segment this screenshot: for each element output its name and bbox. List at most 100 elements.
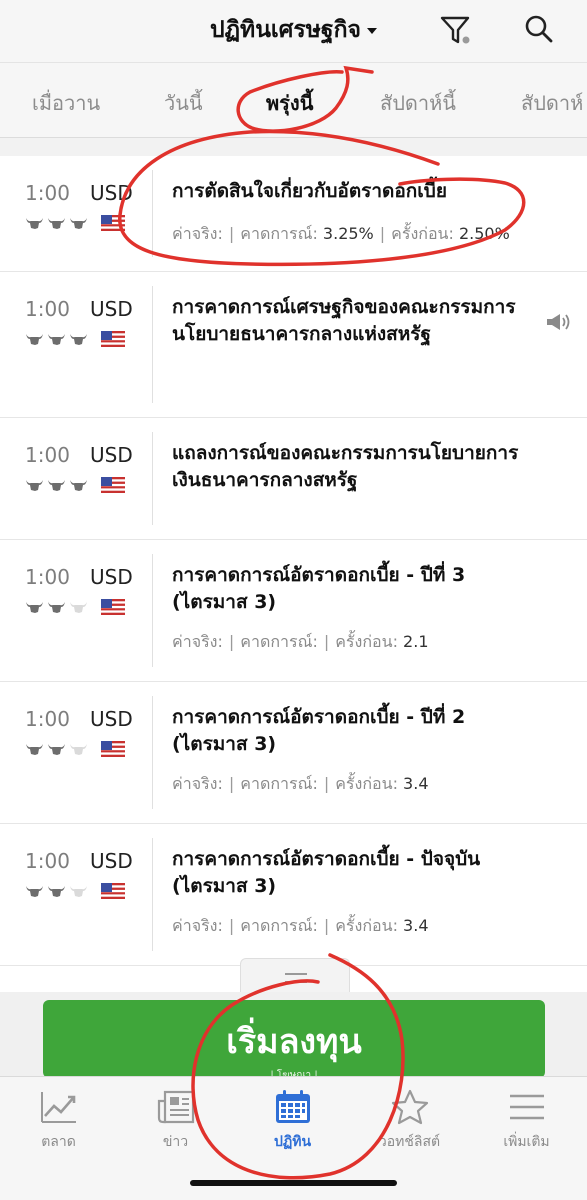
date-tabs: เมื่อวาน วันนี้ พรุ่งนี้ สัปดาห์นี้ สัปด… <box>0 62 587 138</box>
event-row[interactable]: 1:00 USD การตัดสินใจเกี่ยวกับอัตราดอกเบี… <box>0 156 587 272</box>
event-currency: USD <box>90 707 133 731</box>
divider <box>152 286 153 403</box>
previous-label: ครั้งก่อน: <box>335 632 398 651</box>
event-title: แถลงการณ์ของคณะกรรมการนโยบายการเงินธนาคา… <box>172 442 519 491</box>
nav-calendar[interactable]: ปฏิทิน <box>234 1089 351 1153</box>
nav-more[interactable]: เพิ่มเติม <box>468 1089 585 1153</box>
event-row[interactable]: 1:00 USD การคาดการณ์อัตราดอกเบี้ย - ปัจจ… <box>0 824 587 966</box>
event-row[interactable]: 1:00 USD การคาดการณ์อัตราดอกเบี้ย - ปีที… <box>0 540 587 682</box>
bull-icon-inactive <box>70 602 87 613</box>
event-values: ค่าจริง: | คาดการณ์: | ครั้งก่อน: 3.4 <box>172 774 429 793</box>
forecast-label: คาดการณ์: <box>240 916 318 935</box>
importance-rating <box>25 216 88 230</box>
bull-icon <box>26 218 43 229</box>
divider <box>152 838 153 951</box>
handle-lines-icon <box>285 973 307 983</box>
event-time: 1:00 <box>25 181 70 205</box>
event-time: 1:00 <box>25 297 70 321</box>
bull-icon <box>70 480 87 491</box>
calendar-icon <box>275 1090 310 1123</box>
calendar-title-dropdown[interactable]: ปฏิทินเศรษฐกิจ <box>0 12 587 48</box>
bull-icon <box>48 218 65 229</box>
star-icon <box>391 1089 428 1125</box>
bull-icon <box>26 744 43 755</box>
importance-rating <box>25 478 88 492</box>
event-currency: USD <box>90 565 133 589</box>
bull-icon <box>70 218 87 229</box>
us-flag-icon <box>101 883 125 899</box>
tab-yesterday[interactable]: เมื่อวาน <box>32 87 100 119</box>
search-button[interactable] <box>520 10 560 50</box>
bull-icon <box>48 480 65 491</box>
nav-markets[interactable]: ตลาด <box>0 1089 117 1153</box>
actual-label: ค่าจริง: <box>172 632 223 651</box>
event-title: การตัดสินใจเกี่ยวกับอัตราดอกเบี้ย <box>172 180 447 202</box>
newspaper-icon <box>157 1090 194 1124</box>
ad-collapse-handle[interactable] <box>240 958 350 992</box>
event-row[interactable]: 1:00 USD การคาดการณ์เศรษฐกิจของคณะกรรมกา… <box>0 272 587 418</box>
bull-icon <box>48 744 65 755</box>
event-currency: USD <box>90 849 133 873</box>
bull-icon <box>48 334 65 345</box>
previous-label: ครั้งก่อน: <box>335 774 398 793</box>
caret-down-icon <box>367 27 377 34</box>
forecast-label: คาดการณ์: <box>240 774 318 793</box>
event-values: ค่าจริง: | คาดการณ์: 3.25% | ครั้งก่อน: 2.50… <box>172 224 510 243</box>
page-title: ปฏิทินเศรษฐกิจ <box>210 17 361 43</box>
tab-next-week[interactable]: สัปดาห์ <box>521 87 583 119</box>
nav-label: วอทช์ลิสต์ <box>378 1134 441 1150</box>
event-currency: USD <box>90 443 133 467</box>
nav-label: ปฏิทิน <box>273 1134 312 1150</box>
previous-label: ครั้งก่อน: <box>391 224 454 243</box>
importance-rating <box>25 742 88 756</box>
nav-news[interactable]: ข่าว <box>117 1089 234 1153</box>
divider <box>152 696 153 809</box>
actual-label: ค่าจริง: <box>172 224 223 243</box>
divider <box>152 554 153 667</box>
us-flag-icon <box>101 599 125 615</box>
nav-label: เพิ่มเติม <box>503 1134 550 1150</box>
search-icon <box>525 15 553 43</box>
nav-label: ข่าว <box>162 1134 189 1150</box>
nav-label: ตลาด <box>41 1134 76 1150</box>
bull-icon <box>48 602 65 613</box>
event-title: การคาดการณ์อัตราดอกเบี้ย - ปีที่ 3 (ไตรม… <box>172 564 466 613</box>
previous-value: 2.50% <box>458 224 510 243</box>
actual-label: ค่าจริง: <box>172 774 223 793</box>
event-time: 1:00 <box>25 565 70 589</box>
start-investing-button[interactable]: เริ่มลงทุน | โฆษณา | <box>43 1000 545 1081</box>
bull-icon-inactive <box>70 744 87 755</box>
home-indicator <box>190 1180 397 1186</box>
bull-icon <box>26 886 43 897</box>
us-flag-icon <box>101 215 125 231</box>
app-header: ปฏิทินเศรษฐกิจ <box>0 0 587 62</box>
filter-icon <box>440 16 470 44</box>
event-row[interactable]: 1:00 USD การคาดการณ์อัตราดอกเบี้ย - ปีที… <box>0 682 587 824</box>
event-time: 1:00 <box>25 849 70 873</box>
previous-value: 2.1 <box>403 632 429 651</box>
event-title: การคาดการณ์อัตราดอกเบี้ย - ปีที่ 2 (ไตรม… <box>172 706 466 755</box>
event-currency: USD <box>90 297 133 321</box>
forecast-value: 3.25% <box>322 224 374 243</box>
bull-icon <box>26 602 43 613</box>
previous-value: 3.4 <box>403 774 429 793</box>
nav-watchlist[interactable]: วอทช์ลิสต์ <box>351 1089 468 1153</box>
bull-icon <box>48 886 65 897</box>
bull-icon <box>26 334 43 345</box>
event-time: 1:00 <box>25 707 70 731</box>
cta-label: เริ่มลงทุน <box>226 1022 362 1062</box>
filter-button[interactable] <box>436 10 476 50</box>
bull-icon <box>70 334 87 345</box>
tab-tomorrow[interactable]: พรุ่งนี้ <box>266 87 313 119</box>
tab-this-week[interactable]: สัปดาห์นี้ <box>380 87 456 119</box>
previous-value: 3.4 <box>403 916 429 935</box>
tab-today[interactable]: วันนี้ <box>164 87 203 119</box>
divider <box>152 432 153 525</box>
importance-rating <box>25 332 88 346</box>
us-flag-icon <box>101 477 125 493</box>
importance-rating <box>25 884 88 898</box>
event-row[interactable]: 1:00 USD แถลงการณ์ของคณะกรรมการนโยบายการ… <box>0 418 587 540</box>
event-title: การคาดการณ์เศรษฐกิจของคณะกรรมการนโยบายธน… <box>172 296 516 345</box>
list-spacer <box>0 138 587 156</box>
us-flag-icon <box>101 331 125 347</box>
